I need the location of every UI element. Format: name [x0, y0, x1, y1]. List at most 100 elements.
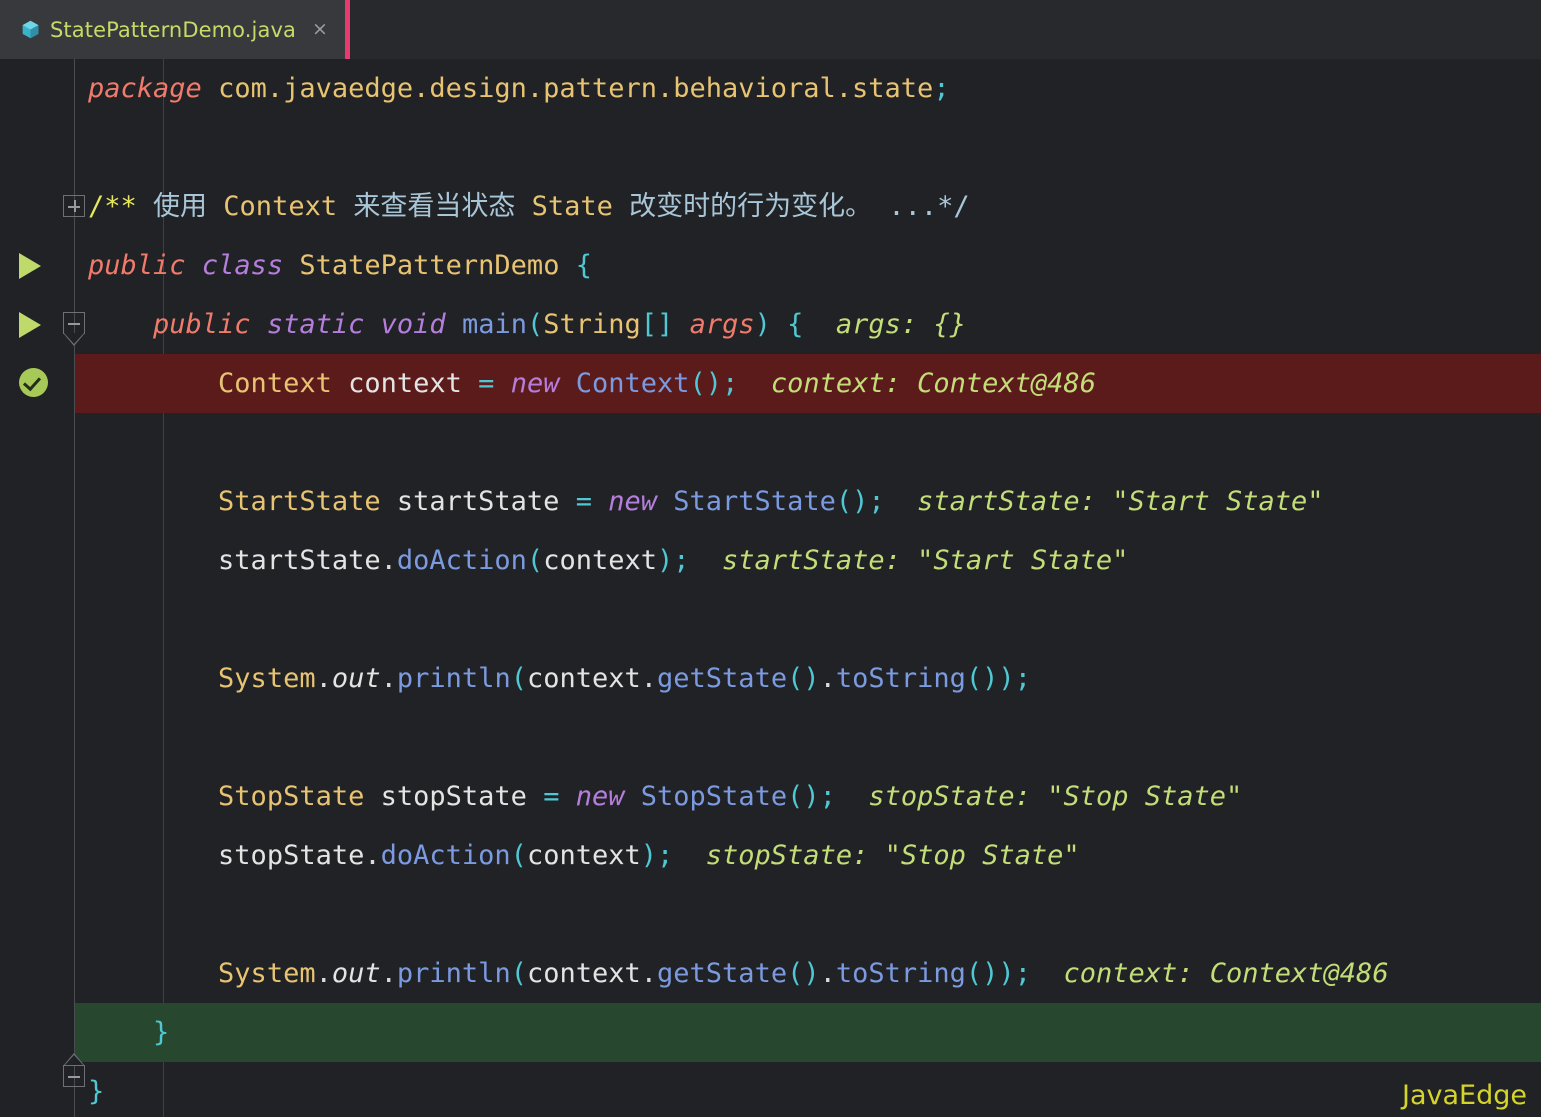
code-token: out — [331, 958, 381, 989]
close-icon[interactable]: × — [309, 18, 331, 41]
code-token: stopState — [218, 840, 365, 871]
code-line-text: StopState stopState = new StopState(); s… — [88, 767, 1242, 826]
code-line[interactable]: public static void main(String[] args) {… — [0, 295, 1541, 354]
code-line[interactable]: } — [0, 1003, 1541, 1062]
code-token: = — [543, 781, 560, 812]
code-line[interactable]: System.out.println(context.getState().to… — [0, 944, 1541, 1003]
code-line[interactable]: StartState startState = new StartState()… — [0, 472, 1541, 531]
code-token: ( — [510, 663, 527, 694]
editor-gutter[interactable] — [0, 59, 85, 1117]
code-token: StopState — [218, 781, 365, 812]
code-token: static — [266, 309, 365, 340]
code-token: public — [153, 309, 251, 340]
code-token: State — [531, 191, 613, 222]
code-token: { — [787, 309, 804, 340]
code-token: toString — [835, 958, 966, 989]
code-line-text: public class StatePatternDemo { — [88, 236, 592, 295]
code-token: class — [201, 250, 284, 281]
code-line[interactable]: /** 使用 Context 来查看当状态 State 改变时的行为变化。 ..… — [0, 177, 1541, 236]
code-token: /** — [88, 191, 137, 222]
run-main-method-icon[interactable] — [19, 312, 41, 338]
code-line[interactable]: startState.doAction(context); startState… — [0, 531, 1541, 590]
code-token: 使用 — [136, 191, 224, 222]
code-token: Context — [223, 191, 338, 222]
code-line[interactable] — [0, 590, 1541, 649]
code-token: context: Context@486 — [738, 368, 1096, 399]
code-line-text: /** 使用 Context 来查看当状态 State 改变时的行为变化。 ..… — [88, 177, 970, 236]
run-class-icon[interactable] — [19, 253, 41, 279]
code-line[interactable]: System.out.println(context.getState().to… — [0, 649, 1541, 708]
execution-ok-icon[interactable] — [19, 368, 48, 397]
code-token: 改变时的行为变化。 ...*/ — [612, 191, 970, 222]
code-token: . — [380, 958, 397, 989]
code-token: ; — [673, 545, 690, 576]
code-token: . — [640, 663, 658, 694]
code-line-text: stopState.doAction(context); stopState: … — [88, 826, 1080, 885]
code-line[interactable] — [0, 118, 1541, 177]
code-token: . — [640, 958, 658, 989]
code-line-text: StartState startState = new StartState()… — [88, 472, 1323, 531]
code-line[interactable]: } — [0, 1062, 1541, 1117]
code-token: context: Context@486 — [1030, 958, 1389, 989]
code-line-text: } — [88, 1003, 169, 1062]
code-token: ()) — [965, 958, 1015, 989]
code-token: getState — [657, 958, 788, 989]
code-token: println — [396, 663, 511, 694]
code-token: ; — [868, 486, 885, 517]
code-line[interactable]: stopState.doAction(context); stopState: … — [0, 826, 1541, 885]
code-token: = — [575, 486, 592, 517]
code-line[interactable]: StopState stopState = new StopState(); s… — [0, 767, 1541, 826]
code-token: context — [543, 545, 657, 576]
code-token: } — [153, 1017, 170, 1048]
code-line[interactable] — [0, 885, 1541, 944]
code-line[interactable]: package com.javaedge.design.pattern.beha… — [0, 59, 1541, 118]
tab-bar-empty-area — [349, 0, 1541, 59]
code-line[interactable] — [0, 708, 1541, 767]
code-token: Context — [218, 368, 332, 399]
fold-expand-icon[interactable] — [63, 195, 85, 217]
code-token: () — [787, 663, 820, 694]
code-token: [] — [640, 309, 674, 340]
fold-region-start-icon[interactable] — [63, 312, 85, 346]
code-token: () — [787, 958, 820, 989]
ide-window: StatePatternDemo.java × package com.java… — [0, 0, 1541, 1117]
code-line[interactable]: Context context = new Context(); context… — [0, 354, 1541, 413]
fold-region-end-icon[interactable] — [63, 1053, 85, 1087]
code-token: stopState — [380, 781, 527, 812]
code-token: StopState — [640, 781, 788, 812]
code-text-area[interactable]: package com.javaedge.design.pattern.beha… — [0, 59, 1541, 1117]
editor-tab-state-pattern-demo[interactable]: StatePatternDemo.java × — [0, 0, 350, 59]
code-token: . — [380, 663, 397, 694]
code-line[interactable] — [0, 413, 1541, 472]
code-token: ; — [1014, 958, 1031, 989]
code-editor[interactable]: package com.javaedge.design.pattern.beha… — [0, 59, 1541, 1117]
code-token: args — [689, 309, 755, 340]
code-token: ( — [510, 840, 527, 871]
code-token: Context — [575, 368, 690, 399]
code-token: ) — [754, 309, 771, 340]
code-token: . — [315, 663, 332, 694]
code-line[interactable]: public class StatePatternDemo { — [0, 236, 1541, 295]
code-token: . — [315, 958, 332, 989]
code-token: public — [88, 250, 186, 281]
code-line-text: public static void main(String[] args) {… — [88, 295, 966, 354]
code-token: com.javaedge.design.pattern.behavioral.s… — [218, 73, 934, 104]
code-token: StartState — [673, 486, 836, 517]
code-token: args: {} — [803, 309, 966, 340]
code-token: context — [526, 958, 641, 989]
